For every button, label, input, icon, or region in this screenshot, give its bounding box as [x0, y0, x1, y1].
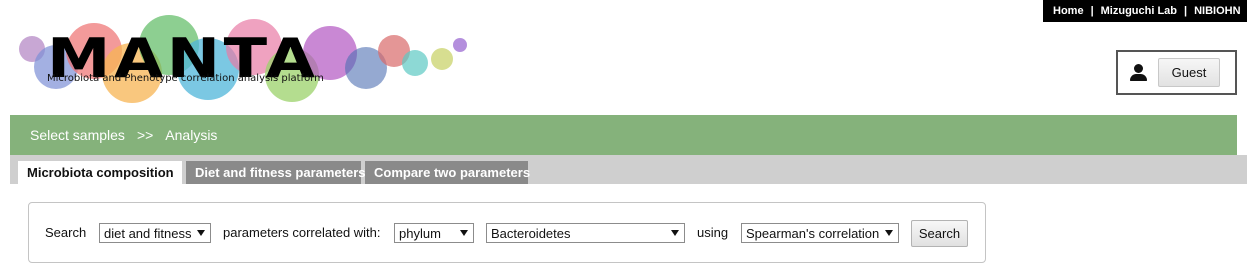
manta-logo[interactable]: MANTA Microbiota and Phenotype correlati… [14, 13, 474, 103]
taxon-select-value: Bacteroidetes [491, 225, 571, 241]
nibiohn-link[interactable]: NIBIOHN [1194, 5, 1240, 17]
home-link[interactable]: Home [1053, 5, 1084, 17]
breadcrumb: Select samples >> Analysis [10, 115, 1237, 155]
link-separator: | [1090, 5, 1094, 17]
guest-button[interactable]: Guest [1158, 58, 1220, 87]
tab-microbiota-composition[interactable]: Microbiota composition [18, 161, 182, 184]
search-button[interactable]: Search [911, 220, 968, 247]
user-box: Guest [1116, 50, 1237, 95]
rank-select[interactable]: phylum [394, 223, 474, 243]
taxon-select[interactable]: Bacteroidetes [486, 223, 685, 243]
chevron-down-icon [885, 230, 893, 236]
mizuguchi-lab-link[interactable]: Mizuguchi Lab [1101, 5, 1177, 17]
correlated-label: parameters correlated with: [223, 225, 381, 240]
breadcrumb-separator: >> [136, 127, 154, 143]
search-panel: Search diet and fitness parameters corre… [28, 202, 986, 263]
top-links-bar: Home | Mizuguchi Lab | NIBIOHN [1043, 0, 1247, 22]
tab-strip: Microbiota composition Diet and fitness … [10, 155, 1247, 184]
target-select[interactable]: diet and fitness [99, 223, 211, 243]
rank-select-value: phylum [399, 225, 441, 241]
breadcrumb-analysis[interactable]: Analysis [165, 127, 217, 143]
breadcrumb-select-samples[interactable]: Select samples [30, 127, 125, 143]
chevron-down-icon [671, 230, 679, 236]
tab-diet-and-fitness-parameters[interactable]: Diet and fitness parameters [186, 161, 366, 184]
person-icon [1130, 63, 1148, 82]
using-label: using [697, 225, 729, 240]
tab-compare-two-parameters[interactable]: Compare two parameters [365, 161, 530, 184]
search-label: Search [45, 225, 87, 240]
chevron-down-icon [197, 230, 205, 236]
method-select[interactable]: Spearman's correlation [741, 223, 899, 243]
method-select-value: Spearman's correlation [746, 225, 880, 241]
logo-subtitle: Microbiota and Phenotype correlation ana… [47, 73, 324, 84]
target-select-value: diet and fitness [104, 225, 192, 241]
chevron-down-icon [460, 230, 468, 236]
link-separator: | [1184, 5, 1188, 17]
